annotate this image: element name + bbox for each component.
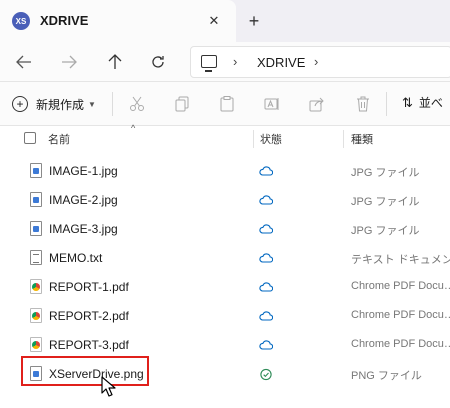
file-name: REPORT-1.pdf [49, 280, 129, 294]
command-bar: + 新規作成 ▼ ⇅ 並べ [0, 82, 450, 126]
cut-icon [130, 96, 144, 111]
paste-button[interactable] [217, 94, 237, 114]
file-type: Chrome PDF Docu… [351, 309, 450, 321]
delete-button[interactable] [353, 94, 373, 114]
rename-icon [264, 98, 279, 110]
forward-button[interactable] [57, 50, 81, 74]
text-file-icon [30, 250, 42, 265]
close-tab-icon[interactable]: ✕ [204, 11, 224, 31]
sort-label: 並べ [418, 96, 443, 110]
cloud-icon [259, 311, 273, 321]
file-list: ^ 名前 状態 種類 IMAGE-1.jpg JPG ファイル IMAGE-2.… [0, 123, 450, 408]
cloud-icon [259, 282, 273, 292]
file-row[interactable]: MEMO.txt テキスト ドキュメント [0, 243, 450, 272]
file-name: IMAGE-2.jpg [49, 193, 118, 207]
sort-ascending-icon: ^ [131, 123, 136, 133]
image-file-icon [30, 192, 42, 207]
arrow-left-icon [16, 55, 31, 69]
share-icon [309, 97, 324, 112]
xserver-logo-icon: XS [12, 12, 30, 30]
file-name: REPORT-3.pdf [49, 338, 129, 352]
delete-icon [357, 96, 369, 112]
tab-title: XDRIVE [40, 13, 89, 28]
cut-button[interactable] [127, 94, 147, 114]
new-tab-button[interactable]: + [244, 11, 264, 31]
share-button[interactable] [307, 94, 327, 114]
paste-icon [220, 96, 234, 112]
computer-icon [201, 55, 217, 72]
file-type: PNG ファイル [351, 370, 422, 382]
file-type: JPG ファイル [351, 167, 420, 179]
file-row[interactable]: IMAGE-2.jpg JPG ファイル [0, 185, 450, 214]
file-type: テキスト ドキュメント [351, 254, 450, 266]
pdf-file-icon [30, 279, 42, 294]
tab-xdrive[interactable]: XS XDRIVE ✕ [0, 0, 236, 42]
select-all-checkbox[interactable] [24, 132, 36, 144]
cloud-icon [259, 166, 273, 176]
image-file-icon [30, 221, 42, 236]
toolbar-divider [112, 92, 113, 116]
navigation-bar: › XDRIVE › [0, 42, 450, 82]
file-row[interactable]: REPORT-2.pdf Chrome PDF Docu… [0, 301, 450, 330]
cloud-icon [259, 340, 273, 350]
file-name: IMAGE-1.jpg [49, 164, 118, 178]
new-button[interactable]: + 新規作成 ▼ [12, 94, 96, 114]
mouse-cursor-icon [101, 376, 116, 397]
address-bar[interactable]: › XDRIVE › [190, 46, 450, 78]
column-divider[interactable] [343, 130, 344, 148]
list-header: ^ 名前 状態 種類 [0, 123, 450, 152]
column-header-name[interactable]: 名前 [48, 131, 70, 147]
file-type: JPG ファイル [351, 196, 420, 208]
up-button[interactable] [103, 50, 127, 74]
cloud-icon [259, 224, 273, 234]
file-type: JPG ファイル [351, 225, 420, 237]
cloud-icon [259, 195, 273, 205]
refresh-icon [152, 56, 164, 68]
breadcrumb-separator[interactable]: › [233, 54, 237, 69]
tab-bar: XS XDRIVE ✕ + [0, 0, 450, 42]
sort-icon: ⇅ [402, 94, 413, 110]
refresh-button[interactable] [146, 50, 170, 74]
pdf-file-icon [30, 337, 42, 352]
back-button[interactable] [12, 50, 36, 74]
pdf-file-icon [30, 308, 42, 323]
arrow-right-icon [62, 55, 77, 69]
copy-button[interactable] [172, 94, 192, 114]
column-header-type[interactable]: 種類 [351, 131, 373, 147]
synced-check-icon [260, 368, 272, 381]
image-file-icon [30, 163, 42, 178]
arrow-up-icon [108, 54, 122, 69]
file-name: MEMO.txt [49, 251, 103, 265]
column-divider[interactable] [253, 130, 254, 148]
rename-button[interactable] [262, 94, 282, 114]
file-type: Chrome PDF Docu… [351, 338, 450, 350]
file-row[interactable]: REPORT-3.pdf Chrome PDF Docu… [0, 330, 450, 359]
chevron-down-icon: ▼ [88, 99, 96, 109]
plus-icon: + [12, 96, 28, 112]
file-name: REPORT-2.pdf [49, 309, 129, 323]
file-row[interactable]: IMAGE-3.jpg JPG ファイル [0, 214, 450, 243]
toolbar-divider [386, 92, 387, 116]
file-name: IMAGE-3.jpg [49, 222, 118, 236]
breadcrumb-separator-end[interactable]: › [314, 54, 318, 69]
sort-button[interactable]: ⇅ 並べ [402, 94, 443, 111]
file-row[interactable]: IMAGE-1.jpg JPG ファイル [0, 156, 450, 185]
highlight-box [21, 356, 149, 386]
cloud-icon [259, 253, 273, 263]
file-row[interactable]: REPORT-1.pdf Chrome PDF Docu… [0, 272, 450, 301]
breadcrumb-xdrive[interactable]: XDRIVE [257, 55, 305, 70]
new-label: 新規作成 [36, 97, 85, 112]
file-type: Chrome PDF Docu… [351, 280, 450, 292]
copy-icon [175, 96, 189, 112]
column-header-status[interactable]: 状態 [260, 131, 282, 147]
